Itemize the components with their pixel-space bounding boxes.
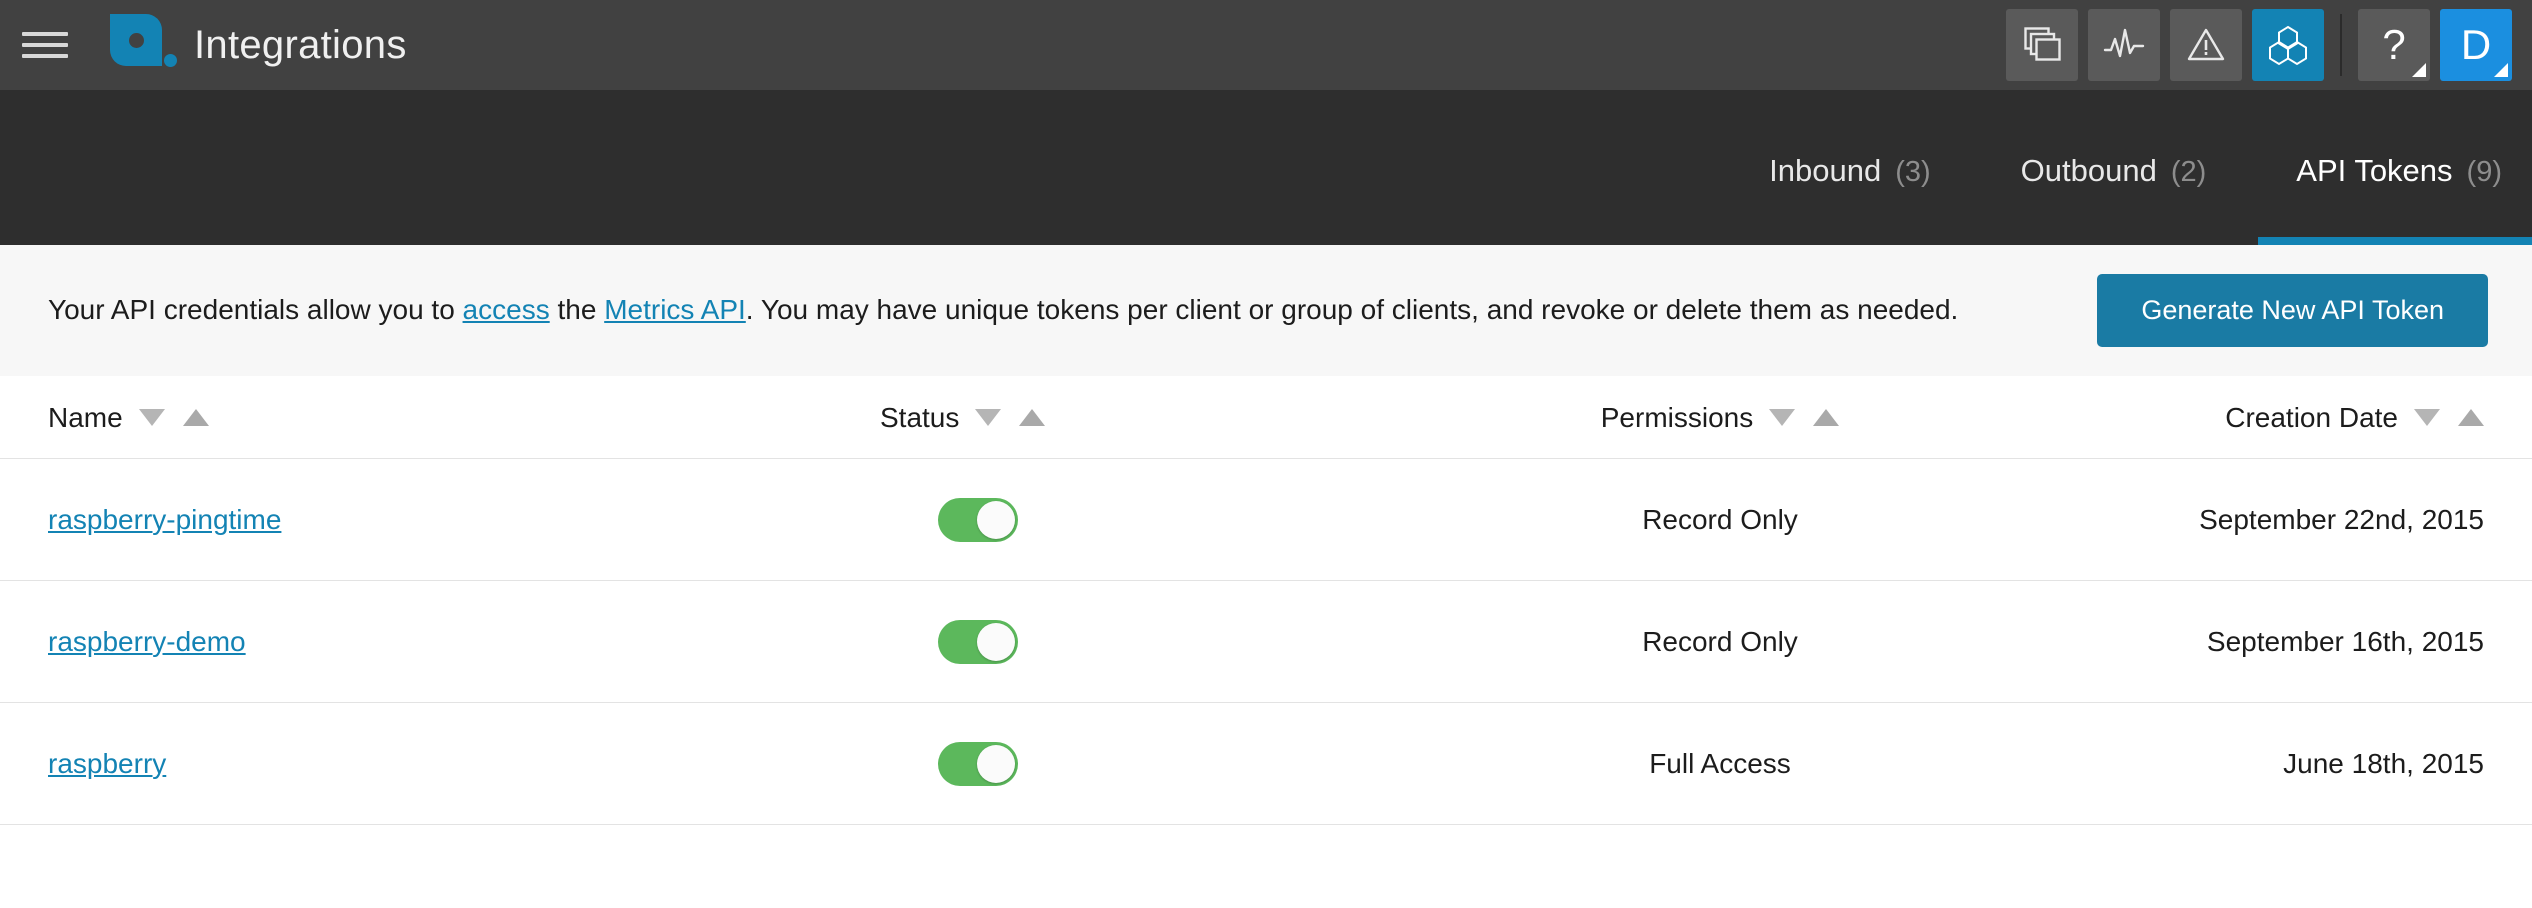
toolbar-divider (2340, 14, 2342, 76)
status-toggle[interactable] (938, 619, 1018, 664)
tab-list: Inbound (3) Outbound (2) API Tokens (9) (1679, 90, 2532, 245)
nav-button-integrations[interactable] (2252, 9, 2324, 81)
creation-date-value: September 16th, 2015 (2206, 625, 2484, 657)
cell-status (880, 741, 1440, 786)
nav-button-alerts[interactable] (2170, 9, 2242, 81)
tab-outbound-count: (2) (2170, 156, 2207, 188)
top-navigation-bar: Integrations ? D (0, 0, 2532, 90)
token-name-link[interactable]: raspberry-demo (48, 626, 246, 657)
column-header-status[interactable]: Status (880, 402, 1440, 434)
banner-text-part2: the (549, 294, 605, 326)
sort-controls-status (975, 409, 1046, 426)
tab-inbound[interactable]: Inbound (3) (1769, 153, 1931, 245)
status-toggle[interactable] (938, 741, 1018, 786)
toggle-knob (977, 622, 1015, 661)
generate-new-api-token-button[interactable]: Generate New API Token (2097, 274, 2488, 347)
hamburger-line (22, 54, 68, 58)
column-header-creation-date[interactable]: Creation Date (2000, 402, 2532, 434)
tab-api-tokens[interactable]: API Tokens (9) (2258, 153, 2532, 245)
cell-status (880, 619, 1440, 664)
column-header-name[interactable]: Name (0, 402, 880, 434)
tab-outbound-label: Outbound (2020, 153, 2157, 188)
banner-description: Your API credentials allow you to access… (48, 292, 2097, 328)
banner-text-part1: Your API credentials allow you to (48, 294, 463, 326)
logo-outer-dot (164, 54, 177, 67)
nav-button-metrics[interactable] (2088, 9, 2160, 81)
help-button[interactable]: ? (2358, 9, 2430, 81)
user-avatar[interactable]: D (2440, 9, 2512, 81)
sort-asc-icon[interactable] (182, 409, 209, 426)
cell-permissions: Full Access (1440, 748, 2000, 780)
token-name-link[interactable]: raspberry-pingtime (48, 504, 281, 535)
sort-controls-permissions (1769, 409, 1840, 426)
help-question-label: ? (2382, 21, 2406, 68)
cell-name: raspberry-demo (0, 626, 880, 658)
permissions-value: Record Only (1642, 625, 1798, 657)
column-header-status-label: Status (880, 401, 960, 433)
nav-button-dashboards[interactable] (2006, 9, 2078, 81)
sort-desc-icon[interactable] (975, 409, 1002, 426)
cell-creation-date: September 22nd, 2015 (2000, 504, 2532, 536)
token-name-link[interactable]: raspberry (48, 748, 166, 779)
sort-asc-icon[interactable] (2458, 409, 2484, 426)
cell-creation-date: September 16th, 2015 (2000, 626, 2532, 658)
creation-date-value: June 18th, 2015 (2283, 747, 2484, 779)
tab-inbound-label: Inbound (1769, 153, 1882, 188)
tab-api-tokens-label: API Tokens (2296, 153, 2453, 188)
table-row: raspberry-demo Record Only September 16t… (0, 581, 2532, 703)
hamburger-menu-icon[interactable] (22, 28, 68, 62)
column-header-creation-date-label: Creation Date (2225, 401, 2398, 433)
hamburger-line (22, 43, 68, 47)
toggle-knob (977, 744, 1015, 783)
avatar-initial: D (2460, 21, 2492, 68)
cell-creation-date: June 18th, 2015 (2000, 748, 2532, 780)
cell-name: raspberry (0, 748, 880, 780)
column-header-permissions[interactable]: Permissions (1440, 402, 2000, 434)
tab-outbound[interactable]: Outbound (2) (2021, 153, 2207, 245)
pulse-waveform-icon (2103, 26, 2145, 64)
cell-permissions: Record Only (1440, 626, 2000, 658)
warning-triangle-icon (2186, 26, 2226, 64)
table-row: raspberry Full Access June 18th, 2015 (0, 703, 2532, 825)
stacked-windows-icon (2023, 26, 2061, 64)
table-header-row: Name Status Permissions Creation Date (0, 377, 2532, 459)
cell-status (880, 497, 1440, 542)
info-banner: Your API credentials allow you to access… (0, 245, 2532, 377)
api-tokens-table: Name Status Permissions Creation Date ra… (0, 377, 2532, 825)
sort-desc-icon[interactable] (2414, 409, 2440, 426)
sort-controls-creation-date (2414, 409, 2484, 426)
creation-date-value: September 22nd, 2015 (2199, 503, 2484, 535)
top-nav-actions: ? D (1996, 0, 2512, 90)
sort-asc-icon[interactable] (1019, 409, 1046, 426)
app-logo-icon (110, 14, 177, 76)
hamburger-line (22, 32, 68, 36)
cell-name: raspberry-pingtime (0, 504, 880, 536)
banner-text-part3: . You may have unique tokens per client … (745, 294, 1959, 326)
chevron-corner-icon (2412, 63, 2426, 77)
status-toggle[interactable] (938, 497, 1018, 542)
permissions-value: Record Only (1642, 503, 1798, 535)
column-header-name-label: Name (48, 401, 123, 433)
logo-inner-dot (129, 33, 144, 48)
tab-inbound-count: (3) (1895, 156, 1931, 188)
table-row: raspberry-pingtime Record Only September… (0, 459, 2532, 581)
column-header-permissions-label: Permissions (1600, 401, 1754, 433)
page-title: Integrations (194, 22, 407, 67)
section-tabs-bar: Inbound (3) Outbound (2) API Tokens (9) (0, 90, 2532, 245)
sort-desc-icon[interactable] (1769, 409, 1796, 426)
sort-desc-icon[interactable] (138, 409, 165, 426)
access-link[interactable]: access (463, 294, 550, 325)
hexagons-icon (2267, 24, 2309, 66)
cell-permissions: Record Only (1440, 504, 2000, 536)
metrics-api-link[interactable]: Metrics API (604, 294, 746, 325)
sort-controls-name (138, 409, 209, 426)
brand[interactable]: Integrations (110, 14, 407, 76)
tab-api-tokens-count: (9) (2466, 156, 2502, 188)
active-tab-indicator (2258, 237, 2532, 245)
toggle-knob (977, 500, 1015, 539)
sort-asc-icon[interactable] (1813, 409, 1840, 426)
permissions-value: Full Access (1649, 747, 1791, 779)
chevron-corner-icon (2494, 63, 2508, 77)
